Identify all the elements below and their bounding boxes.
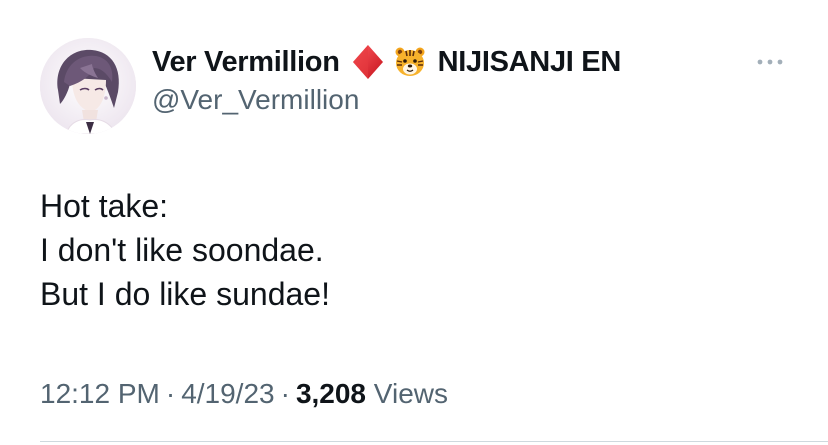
tweet-card: Ver Vermillion NIJISANJI EN @Ver_Vermill… [0,0,828,445]
author-affiliation: NIJISANJI EN [437,45,622,78]
tweet-text-line: Hot take: [40,188,169,224]
avatar-image [40,38,136,134]
tweet-date[interactable]: 4/19/23 [181,378,274,409]
more-options-icon [757,59,783,65]
tweet-text-line: But I do like sundae! [40,276,330,312]
tweet-text-line: I don't like soondae. [40,232,324,268]
red-diamond-icon [352,44,384,80]
meta-separator: · [165,378,176,409]
tweet-meta: 12:12 PM · 4/19/23 · 3,208 Views [40,378,448,410]
meta-separator: · [280,378,290,409]
avatar[interactable] [40,38,136,134]
tweet-time[interactable]: 12:12 PM [40,378,160,409]
author-handle[interactable]: @Ver_Vermillion [152,84,359,116]
views-count[interactable]: 3,208 [296,378,366,409]
tweet-text: Hot take: I don't like soondae. But I do… [40,184,330,316]
more-options-button[interactable] [752,50,788,74]
divider [40,441,828,442]
author-display-name[interactable]: Ver Vermillion [152,46,340,79]
views-label[interactable]: Views [374,378,448,409]
author-name-row: Ver Vermillion NIJISANJI EN [152,42,621,82]
tiger-face-icon [394,46,426,78]
